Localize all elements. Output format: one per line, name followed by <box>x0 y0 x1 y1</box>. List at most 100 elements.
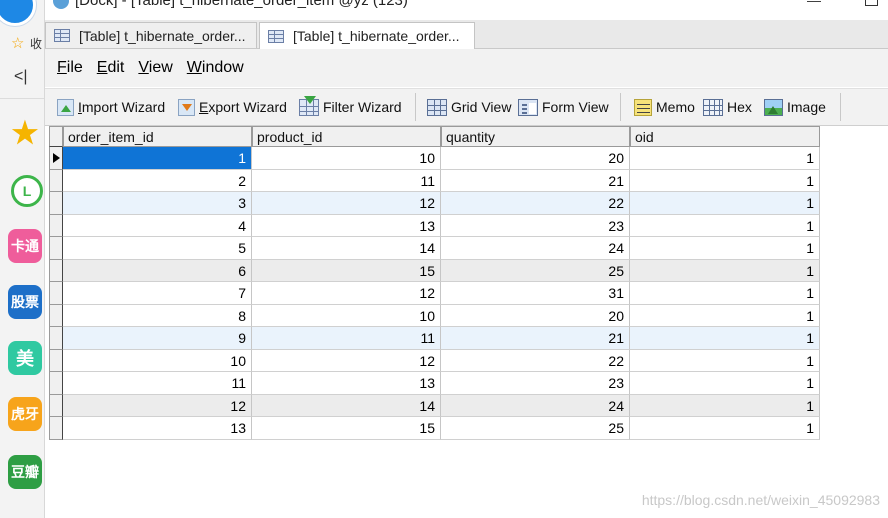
table-row[interactable]: 4 13 23 1 <box>49 214 820 237</box>
star-app-icon[interactable]: ★ <box>8 116 42 150</box>
row-indicator[interactable] <box>49 147 63 170</box>
cell-product-id[interactable]: 15 <box>252 417 441 440</box>
menu-view[interactable]: View <box>136 59 174 77</box>
cell-order-item-id[interactable]: 2 <box>63 169 252 192</box>
cell-order-item-id[interactable]: 1 <box>63 147 252 170</box>
table-row[interactable]: 5 14 24 1 <box>49 237 820 260</box>
cell-product-id[interactable]: 14 <box>252 394 441 417</box>
cell-order-item-id[interactable]: 9 <box>63 327 252 350</box>
hex-button[interactable]: Hex <box>703 97 752 117</box>
cell-oid[interactable]: 1 <box>630 417 820 440</box>
menu-window[interactable]: Window <box>185 59 246 77</box>
cell-quantity[interactable]: 31 <box>441 282 630 305</box>
table-row[interactable]: 12 14 24 1 <box>49 394 820 417</box>
export-wizard-button[interactable]: Export Wizard <box>178 97 287 117</box>
cell-quantity[interactable]: 24 <box>441 237 630 260</box>
cell-quantity[interactable]: 23 <box>441 372 630 395</box>
row-indicator[interactable] <box>49 327 63 350</box>
cell-product-id[interactable]: 10 <box>252 304 441 327</box>
import-wizard-button[interactable]: Import Wizard <box>57 97 165 117</box>
table-row[interactable]: 7 12 31 1 <box>49 282 820 305</box>
cell-quantity[interactable]: 20 <box>441 147 630 170</box>
cell-product-id[interactable]: 13 <box>252 214 441 237</box>
cell-oid[interactable]: 1 <box>630 237 820 260</box>
row-indicator[interactable] <box>49 192 63 215</box>
cell-oid[interactable]: 1 <box>630 169 820 192</box>
cell-product-id[interactable]: 11 <box>252 327 441 350</box>
cell-oid[interactable]: 1 <box>630 327 820 350</box>
column-header-order-item-id[interactable]: order_item_id <box>63 126 252 147</box>
cell-oid[interactable]: 1 <box>630 259 820 282</box>
cell-quantity[interactable]: 22 <box>441 192 630 215</box>
row-indicator[interactable] <box>49 237 63 260</box>
cell-quantity[interactable]: 22 <box>441 349 630 372</box>
table-row[interactable]: 8 10 20 1 <box>49 304 820 327</box>
row-indicator[interactable] <box>49 417 63 440</box>
minimize-icon[interactable]: — <box>807 0 821 8</box>
table-row[interactable]: 9 11 21 1 <box>49 327 820 350</box>
maximize-icon[interactable] <box>865 0 878 6</box>
cell-product-id[interactable]: 12 <box>252 282 441 305</box>
row-indicator[interactable] <box>49 349 63 372</box>
cell-product-id[interactable]: 12 <box>252 349 441 372</box>
table-row[interactable]: 13 15 25 1 <box>49 417 820 440</box>
row-indicator[interactable] <box>49 169 63 192</box>
menu-edit[interactable]: Edit <box>95 59 127 77</box>
row-indicator[interactable] <box>49 214 63 237</box>
cell-quantity[interactable]: 24 <box>441 394 630 417</box>
beauty-app-icon[interactable]: 美 <box>8 341 42 375</box>
cell-order-item-id[interactable]: 11 <box>63 372 252 395</box>
cell-order-item-id[interactable]: 6 <box>63 259 252 282</box>
cell-quantity[interactable]: 25 <box>441 259 630 282</box>
cell-order-item-id[interactable]: 3 <box>63 192 252 215</box>
cell-quantity[interactable]: 25 <box>441 417 630 440</box>
cell-product-id[interactable]: 13 <box>252 372 441 395</box>
cell-oid[interactable]: 1 <box>630 192 820 215</box>
cell-oid[interactable]: 1 <box>630 214 820 237</box>
column-header-oid[interactable]: oid <box>630 126 820 147</box>
form-view-button[interactable]: Form View <box>518 97 609 117</box>
douban-app-icon[interactable]: 豆瓣 <box>8 455 42 489</box>
cell-order-item-id[interactable]: 5 <box>63 237 252 260</box>
cell-order-item-id[interactable]: 8 <box>63 304 252 327</box>
table-row[interactable]: 3 12 22 1 <box>49 192 820 215</box>
filter-wizard-button[interactable]: Filter Wizard <box>299 95 402 117</box>
row-indicator[interactable] <box>49 304 63 327</box>
cell-oid[interactable]: 1 <box>630 372 820 395</box>
cell-oid[interactable]: 1 <box>630 282 820 305</box>
table-row[interactable]: 11 13 23 1 <box>49 372 820 395</box>
image-button[interactable]: Image <box>764 97 826 117</box>
stock-app-icon[interactable]: 股票 <box>8 285 42 319</box>
menu-file[interactable]: File <box>55 59 85 77</box>
cell-oid[interactable]: 1 <box>630 147 820 170</box>
cell-order-item-id[interactable]: 4 <box>63 214 252 237</box>
table-row[interactable]: 10 12 22 1 <box>49 349 820 372</box>
column-header-product-id[interactable]: product_id <box>252 126 441 147</box>
cell-oid[interactable]: 1 <box>630 394 820 417</box>
favorite-star-icon[interactable]: ☆ <box>11 34 24 52</box>
cartoon-app-icon[interactable]: 卡通 <box>8 229 42 263</box>
cell-quantity[interactable]: 23 <box>441 214 630 237</box>
cell-order-item-id[interactable]: 10 <box>63 349 252 372</box>
table-row[interactable]: 6 15 25 1 <box>49 259 820 282</box>
cell-product-id[interactable]: 12 <box>252 192 441 215</box>
cell-order-item-id[interactable]: 7 <box>63 282 252 305</box>
cell-product-id[interactable]: 11 <box>252 169 441 192</box>
grid-view-button[interactable]: Grid View <box>427 97 511 117</box>
cell-product-id[interactable]: 10 <box>252 147 441 170</box>
cell-order-item-id[interactable]: 12 <box>63 394 252 417</box>
cell-quantity[interactable]: 21 <box>441 327 630 350</box>
memo-button[interactable]: Memo <box>634 97 695 117</box>
cell-product-id[interactable]: 15 <box>252 259 441 282</box>
cell-quantity[interactable]: 20 <box>441 304 630 327</box>
tab-table-2[interactable]: [Table] t_hibernate_order... <box>259 22 475 49</box>
row-indicator[interactable] <box>49 282 63 305</box>
tab-table-1[interactable]: [Table] t_hibernate_order... <box>45 22 257 48</box>
clock-app-icon[interactable]: L <box>11 175 43 207</box>
cell-product-id[interactable]: 14 <box>252 237 441 260</box>
collapse-sidebar-icon[interactable]: <| <box>14 68 28 86</box>
cell-oid[interactable]: 1 <box>630 349 820 372</box>
huya-app-icon[interactable]: 虎牙 <box>8 397 42 431</box>
cell-oid[interactable]: 1 <box>630 304 820 327</box>
browser-logo-icon[interactable] <box>0 0 36 26</box>
